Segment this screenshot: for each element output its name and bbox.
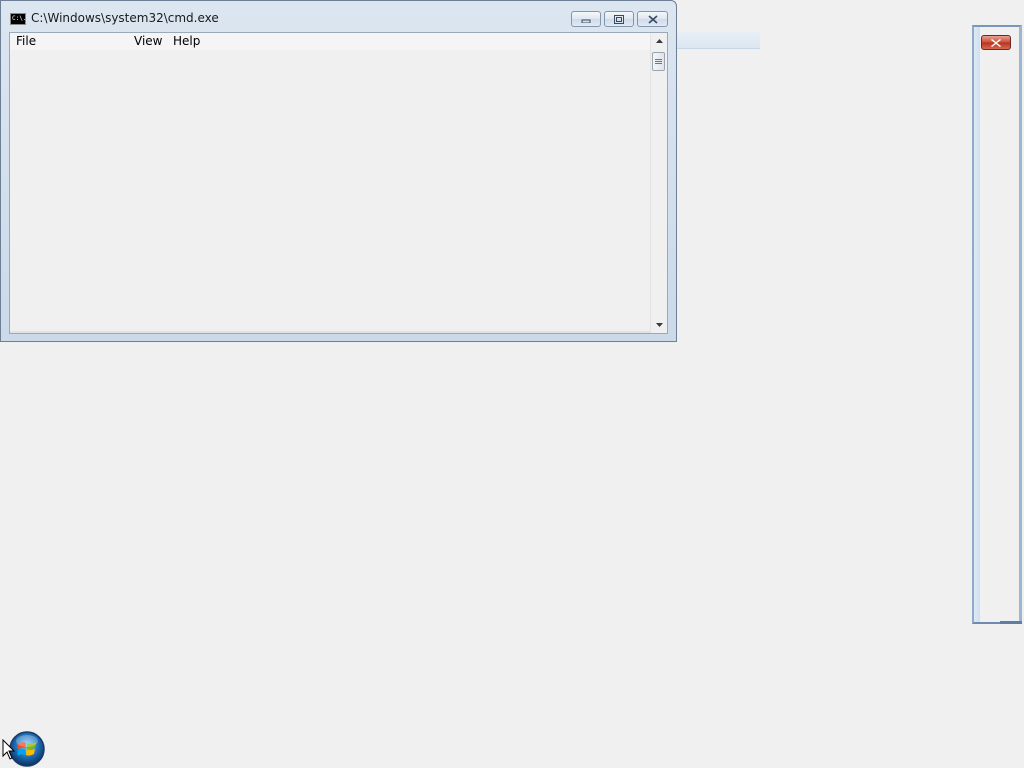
cmd-app-icon[interactable]: C:\. <box>10 13 26 25</box>
scroll-up-button[interactable] <box>651 34 667 48</box>
maximize-button[interactable] <box>604 11 634 27</box>
minimize-icon <box>581 19 591 23</box>
bottom-edge <box>10 331 652 333</box>
background-window-border <box>1000 621 1022 624</box>
arrow-down-icon <box>655 323 663 327</box>
close-icon <box>647 14 658 24</box>
window-title: C:\Windows\system32\cmd.exe <box>31 11 219 25</box>
background-window-titlebar[interactable] <box>676 32 760 49</box>
console-output[interactable] <box>10 50 652 333</box>
mouse-cursor-icon <box>2 739 16 760</box>
close-icon <box>991 38 1001 47</box>
titlebar[interactable]: C:\. C:\Windows\system32\cmd.exe <box>1 1 676 33</box>
minimize-button[interactable] <box>571 11 601 27</box>
background-window-close-button[interactable] <box>981 35 1011 50</box>
console-client-area[interactable]: File View Help <box>9 32 668 334</box>
desktop: C:\. C:\Windows\system32\cmd.exe File Vi… <box>0 0 1024 768</box>
arrow-up-icon <box>655 39 663 43</box>
cmd-window[interactable]: C:\. C:\Windows\system32\cmd.exe File Vi… <box>0 0 677 342</box>
vertical-scrollbar[interactable] <box>650 33 667 333</box>
restore-icon <box>614 14 624 24</box>
grip-icon <box>655 59 662 64</box>
menu-help[interactable]: Help <box>171 34 202 48</box>
menu-bar: File View Help <box>10 33 652 51</box>
menu-file[interactable]: File <box>14 34 38 48</box>
background-window[interactable] <box>972 25 1022 624</box>
scroll-thumb[interactable] <box>652 52 665 71</box>
close-button[interactable] <box>637 11 668 27</box>
menu-view[interactable]: View <box>132 34 164 48</box>
scroll-down-button[interactable] <box>651 318 667 332</box>
